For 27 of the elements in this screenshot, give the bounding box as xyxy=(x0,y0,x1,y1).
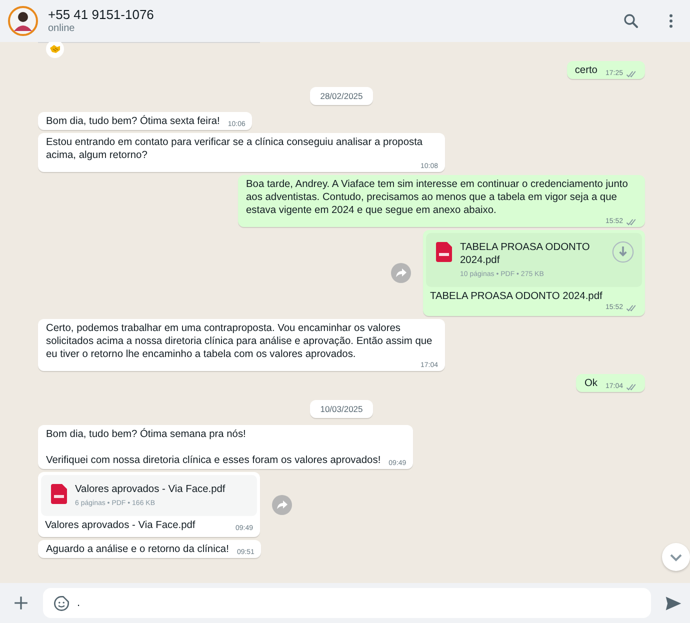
message-input[interactable]: . xyxy=(43,588,651,618)
search-icon[interactable] xyxy=(622,12,640,30)
message-text: Boa tarde, Andrey. A Viaface tem sim interesse em continuar o credenciamento junto aos adventistas. Contudo, precisamos ao menos que a tabela em vigor seja a que estava vigente em 2024 e que segue em anexo abaixo. xyxy=(246,178,629,217)
message-text: certo xyxy=(574,64,598,77)
message-text: Aguardo a análise e o retorno da clínica! xyxy=(46,543,229,556)
send-icon[interactable] xyxy=(665,594,682,612)
reaction-icon[interactable] xyxy=(46,42,64,58)
add-icon[interactable] xyxy=(13,595,29,611)
download-icon[interactable] xyxy=(612,241,634,263)
document-title: TABELA PROASA ODONTO 2024.pdf xyxy=(460,241,591,267)
sticker-icon[interactable] xyxy=(53,594,70,612)
date-chip: 10/03/2025 xyxy=(310,400,373,418)
message-text: Ok xyxy=(584,377,598,390)
document-caption: TABELA PROASA ODONTO 2024.pdf xyxy=(430,290,602,303)
date-chip: 28/02/2025 xyxy=(310,87,373,105)
pdf-icon xyxy=(436,242,452,262)
message-text: Estou entrando em contato para verificar se a clínica conseguiu analisar a proposta acima, algum retorno? xyxy=(46,136,424,162)
avatar[interactable] xyxy=(8,6,38,36)
message-text: Bom dia, tudo bem? Ótima semana pra nós! Verifiquei com nossa diretoria clínica e esses foram os valores aprovados! xyxy=(46,428,381,467)
contact-name: +55 41 9151-1076 xyxy=(48,7,155,23)
pdf-icon xyxy=(51,484,67,504)
message-text: Bom dia, tudo bem? Ótima sexta feira! xyxy=(46,115,220,128)
document-caption: Valores aprovados - Via Face.pdf xyxy=(45,519,196,532)
message-text: Certo, podemos trabalhar em uma contraproposta. Vou encaminhar os valores solicitados acima a nossa diretoria clínica para análise e aprovação. Então assim que eu tiver o retorno lhe encaminho a tabela com os valores aprovados. xyxy=(46,322,434,361)
document-title: Valores aprovados - Via Face.pdf xyxy=(75,483,226,496)
contact-status: online xyxy=(48,22,76,35)
scroll-down-button[interactable] xyxy=(662,543,690,571)
